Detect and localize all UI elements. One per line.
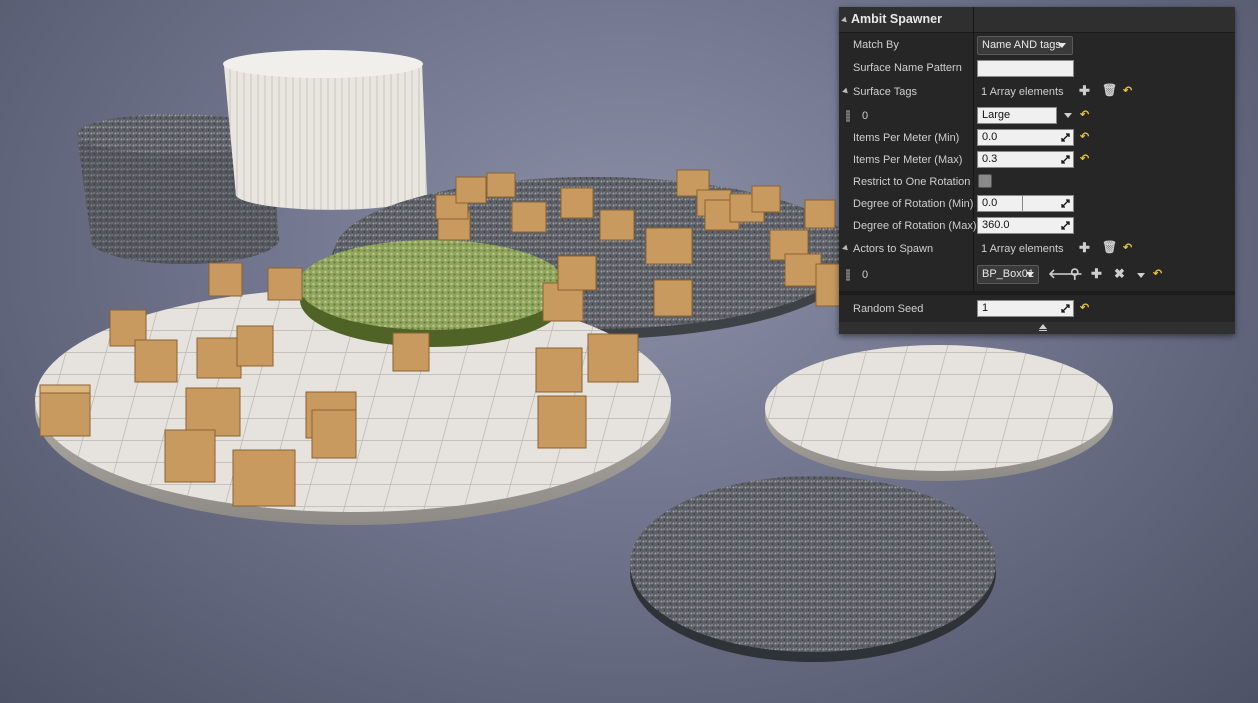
restrict-rotation-checkbox[interactable] xyxy=(978,174,992,188)
chevron-down-icon xyxy=(1058,43,1066,48)
items-per-meter-max-input[interactable]: 0.3 xyxy=(977,151,1074,168)
cardboard-box xyxy=(185,387,241,437)
items-per-meter-max-value: 0.3 xyxy=(982,153,998,165)
items-per-meter-min-input[interactable]: 0.0 xyxy=(977,129,1074,146)
rotation-min-input[interactable]: 0.0 xyxy=(977,195,1074,212)
surface-tags-label: Surface Tags xyxy=(853,86,918,98)
reset-arrow-icon[interactable]: ↶ xyxy=(1123,84,1132,97)
spin-arrows-icon[interactable] xyxy=(1061,133,1070,142)
rotation-max-label: Degree of Rotation (Max) xyxy=(853,220,977,232)
cardboard-box xyxy=(535,347,583,393)
cardboard-box xyxy=(560,187,594,219)
column-divider[interactable] xyxy=(973,7,974,291)
surface-name-pattern-label: Surface Name Pattern xyxy=(853,62,962,74)
cardboard-box xyxy=(311,409,357,459)
spin-arrows-icon[interactable] xyxy=(1061,304,1070,313)
reset-arrow-icon[interactable]: ↶ xyxy=(1080,130,1089,143)
cardboard-box xyxy=(653,279,693,317)
collapse-triangle-icon[interactable] xyxy=(841,16,849,25)
slider-marker xyxy=(1022,196,1023,211)
actors-to-spawn-count: 1 Array elements xyxy=(981,243,1064,255)
cardboard-box xyxy=(486,172,516,198)
cardboard-box xyxy=(511,201,547,233)
cardboard-box xyxy=(236,325,274,367)
advanced-expander[interactable] xyxy=(839,322,1235,334)
spin-arrows-icon[interactable] xyxy=(1061,199,1070,208)
expander-bar xyxy=(1039,330,1047,331)
cardboard-box xyxy=(208,262,243,297)
items-per-meter-max-label: Items Per Meter (Max) xyxy=(853,154,963,166)
match-by-dropdown[interactable]: Name AND tags xyxy=(977,36,1073,55)
reset-arrow-icon[interactable]: ↶ xyxy=(1080,301,1089,314)
trash-icon[interactable]: 🗑 xyxy=(1102,241,1117,254)
actors-to-spawn-label: Actors to Spawn xyxy=(853,243,934,255)
chevron-down-icon xyxy=(1026,272,1034,277)
reset-arrow-icon[interactable]: ↶ xyxy=(1123,241,1132,254)
cardboard-box xyxy=(537,395,587,449)
spin-arrows-icon[interactable] xyxy=(1061,155,1070,164)
surface-tag-input[interactable]: Large xyxy=(977,107,1057,124)
rotation-max-value: 360.0 xyxy=(982,219,1010,231)
chevron-down-icon[interactable] xyxy=(1064,113,1072,118)
drag-handle-icon[interactable] xyxy=(846,110,850,122)
chevron-up-icon[interactable] xyxy=(1039,324,1047,329)
cardboard-box xyxy=(455,176,487,204)
rotation-max-input[interactable]: 360.0 xyxy=(977,217,1074,234)
ambit-spawner-panel: Ambit Spawner Match By Name AND tags Sur… xyxy=(839,7,1235,334)
add-icon[interactable]: ✚ xyxy=(1091,267,1102,280)
cardboard-box xyxy=(164,429,216,483)
reset-arrow-icon[interactable]: ↶ xyxy=(1080,152,1089,165)
cardboard-box xyxy=(392,332,430,372)
rotation-min-label: Degree of Rotation (Min) xyxy=(853,198,974,210)
cardboard-box xyxy=(587,333,639,383)
cardboard-box xyxy=(557,255,597,291)
trash-icon[interactable]: 🗑 xyxy=(1102,84,1117,97)
reset-arrow-icon[interactable]: ↶ xyxy=(1153,267,1162,280)
actor-asset-dropdown[interactable]: BP_Box01 xyxy=(977,265,1039,284)
cardboard-box xyxy=(196,337,242,379)
rotation-min-value: 0.0 xyxy=(982,197,998,209)
items-per-meter-min-label: Items Per Meter (Min) xyxy=(853,132,960,144)
clear-icon[interactable]: ✖ xyxy=(1114,267,1125,280)
restrict-rotation-label: Restrict to One Rotation xyxy=(853,176,971,188)
drag-handle-icon[interactable] xyxy=(846,269,850,281)
cardboard-box xyxy=(39,384,91,437)
cardboard-box xyxy=(751,185,781,213)
chevron-down-icon[interactable] xyxy=(1137,273,1145,278)
random-seed-label: Random Seed xyxy=(853,303,924,315)
cardboard-box xyxy=(599,209,635,241)
spin-arrows-icon[interactable] xyxy=(1061,221,1070,230)
reset-arrow-icon[interactable]: ↶ xyxy=(1080,108,1089,121)
cardboard-box xyxy=(645,227,693,265)
items-per-meter-min-value: 0.0 xyxy=(982,131,998,143)
cardboard-box xyxy=(804,199,836,229)
surface-tags-expand-icon[interactable] xyxy=(842,87,850,96)
random-seed-value: 1 xyxy=(982,302,989,314)
cardboard-box xyxy=(267,267,303,301)
cardboard-box xyxy=(232,449,296,507)
add-icon[interactable]: ✚ xyxy=(1079,84,1090,97)
panel-header[interactable]: Ambit Spawner xyxy=(839,7,1235,33)
surface-name-pattern-input[interactable] xyxy=(977,60,1074,77)
add-icon[interactable]: ✚ xyxy=(1079,241,1090,254)
cardboard-box xyxy=(815,263,841,307)
match-by-value: Name AND tags xyxy=(982,39,1061,51)
panel-title: Ambit Spawner xyxy=(851,12,942,26)
surface-tag-index: 0 xyxy=(862,110,869,122)
random-seed-input[interactable]: 1 xyxy=(977,300,1074,317)
match-by-label: Match By xyxy=(853,39,899,51)
section-separator xyxy=(839,291,1235,295)
cardboard-box xyxy=(134,339,178,383)
actors-to-spawn-expand-icon[interactable] xyxy=(842,244,850,253)
actor-index: 0 xyxy=(862,269,869,281)
surface-tags-count: 1 Array elements xyxy=(981,86,1064,98)
browse-icon[interactable]: ⚲ xyxy=(1070,267,1080,280)
